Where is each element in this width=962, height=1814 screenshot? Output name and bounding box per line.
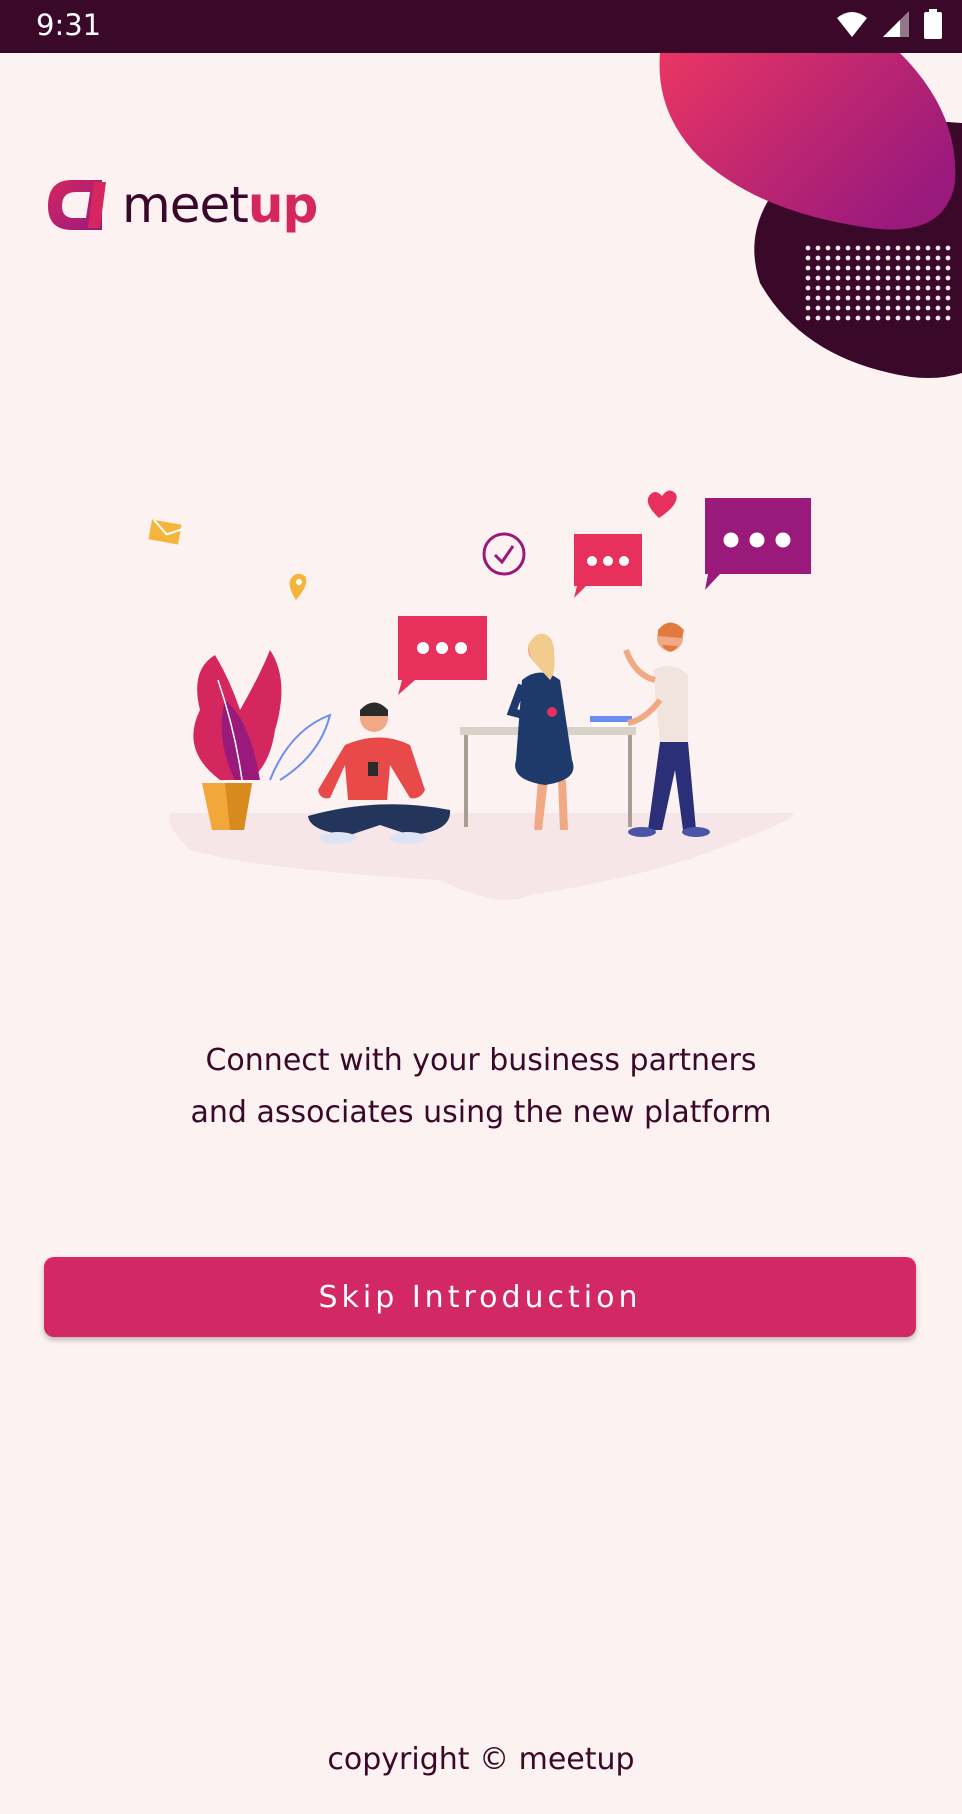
tagline-line-2: and associates using the new platform	[190, 1095, 772, 1130]
brand-name-part2: up	[247, 176, 318, 234]
status-time: 9:31	[36, 8, 102, 42]
tagline: Connect with your business partners and …	[81, 1035, 881, 1139]
status-bar: 9:31	[0, 0, 962, 53]
check-circle-icon	[482, 532, 526, 576]
battery-icon	[924, 8, 942, 44]
copyright-text: copyright © meetup	[327, 1742, 635, 1777]
status-icons	[836, 8, 942, 44]
plant-icon	[193, 650, 332, 830]
brand-name: meetup	[122, 180, 318, 230]
brand-logo: meetup	[44, 165, 318, 245]
standing-man-figure	[623, 622, 710, 837]
signal-icon	[882, 10, 910, 43]
wifi-icon	[836, 10, 868, 43]
chat-bubble-icon	[398, 616, 487, 695]
tagline-line-1: Connect with your business partners	[205, 1043, 757, 1078]
meetup-logo-mark-icon	[48, 180, 106, 230]
envelope-icon	[148, 519, 184, 545]
team-collaboration-illustration	[148, 490, 811, 900]
heart-icon	[647, 490, 677, 518]
chat-bubble-icon	[705, 498, 811, 590]
brand-name-part1: meet	[122, 176, 249, 234]
location-pin-icon	[289, 573, 307, 600]
standing-woman-figure	[506, 633, 574, 830]
sitting-man-figure	[308, 702, 451, 844]
skip-introduction-button[interactable]: Skip Introduction	[44, 1257, 916, 1337]
chat-bubble-icon	[574, 534, 642, 598]
